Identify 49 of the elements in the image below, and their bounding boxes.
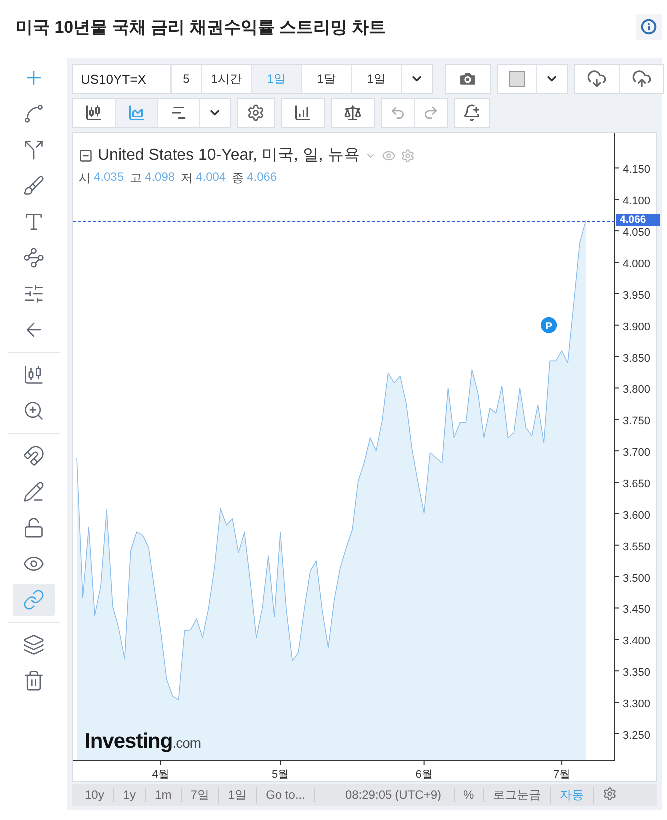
- x-axis-label: 7월: [553, 769, 571, 781]
- info-button[interactable]: [636, 14, 662, 40]
- marker-badge[interactable]: P: [541, 317, 558, 334]
- y-axis-label: 3.500: [623, 572, 651, 585]
- y-axis-label: 4.050: [623, 227, 651, 240]
- range-button[interactable]: 10y: [76, 788, 114, 802]
- y-axis-label: 3.800: [623, 384, 651, 396]
- x-axis-label: 4월: [152, 769, 170, 781]
- y-axis-label: 4.150: [623, 164, 651, 176]
- range-button[interactable]: 1일: [219, 786, 258, 804]
- series-title: United States 10-Year, 미국, 일, 뉴욕: [98, 146, 360, 166]
- range-button[interactable]: Go to...: [257, 788, 316, 802]
- collapse-icon[interactable]: [79, 148, 93, 162]
- y-axis-label: 3.250: [623, 730, 651, 742]
- y-axis-label: 4.000: [623, 258, 651, 270]
- ohlc-value: 4.035: [94, 170, 124, 186]
- y-axis-label: 4.100: [623, 196, 651, 208]
- range-button[interactable]: 1y: [114, 788, 146, 802]
- page-title: 미국 10년물 국채 금리 채권수익률 스트리밍 차트: [16, 16, 386, 38]
- y-axis-label: 3.650: [623, 478, 651, 491]
- y-axis-label: 3.300: [623, 698, 651, 711]
- y-axis-label: 3.700: [623, 447, 651, 460]
- x-axis-label: 5월: [272, 769, 290, 781]
- y-axis-label: 3.600: [623, 510, 651, 522]
- ohlc-label: 고: [130, 170, 142, 187]
- y-axis-label: 3.950: [623, 290, 651, 302]
- last-price-label: 4.066: [616, 214, 660, 226]
- ohlc-label: 저: [181, 170, 194, 187]
- timezone: (UTC+9): [395, 788, 455, 802]
- clock-time: 08:29:05: [344, 788, 394, 802]
- y-axis-label: 3.550: [623, 541, 651, 554]
- y-axis-label: 3.750: [623, 416, 651, 428]
- ohlc-label: 시: [79, 170, 91, 187]
- scale-option[interactable]: %: [454, 788, 484, 802]
- y-axis-label: 3.900: [623, 321, 651, 334]
- y-axis-label: 3.850: [623, 352, 651, 365]
- y-axis-label: 3.450: [623, 604, 651, 616]
- ohlc-value: 4.098: [145, 170, 176, 186]
- logo: Investing.com: [85, 730, 202, 754]
- ohlc-value: 4.004: [196, 170, 226, 186]
- scale-option[interactable]: 로그눈금: [484, 786, 552, 804]
- interval-button[interactable]: 1일: [251, 65, 301, 93]
- ohlc-label: 종: [232, 170, 244, 187]
- ohlc-value: 4.066: [247, 170, 278, 186]
- range-button[interactable]: 7일: [182, 786, 220, 804]
- range-button[interactable]: 1m: [146, 788, 182, 802]
- y-axis-label: 3.350: [623, 667, 651, 680]
- y-axis-label: 3.400: [623, 636, 651, 648]
- x-axis-label: 6월: [416, 769, 433, 781]
